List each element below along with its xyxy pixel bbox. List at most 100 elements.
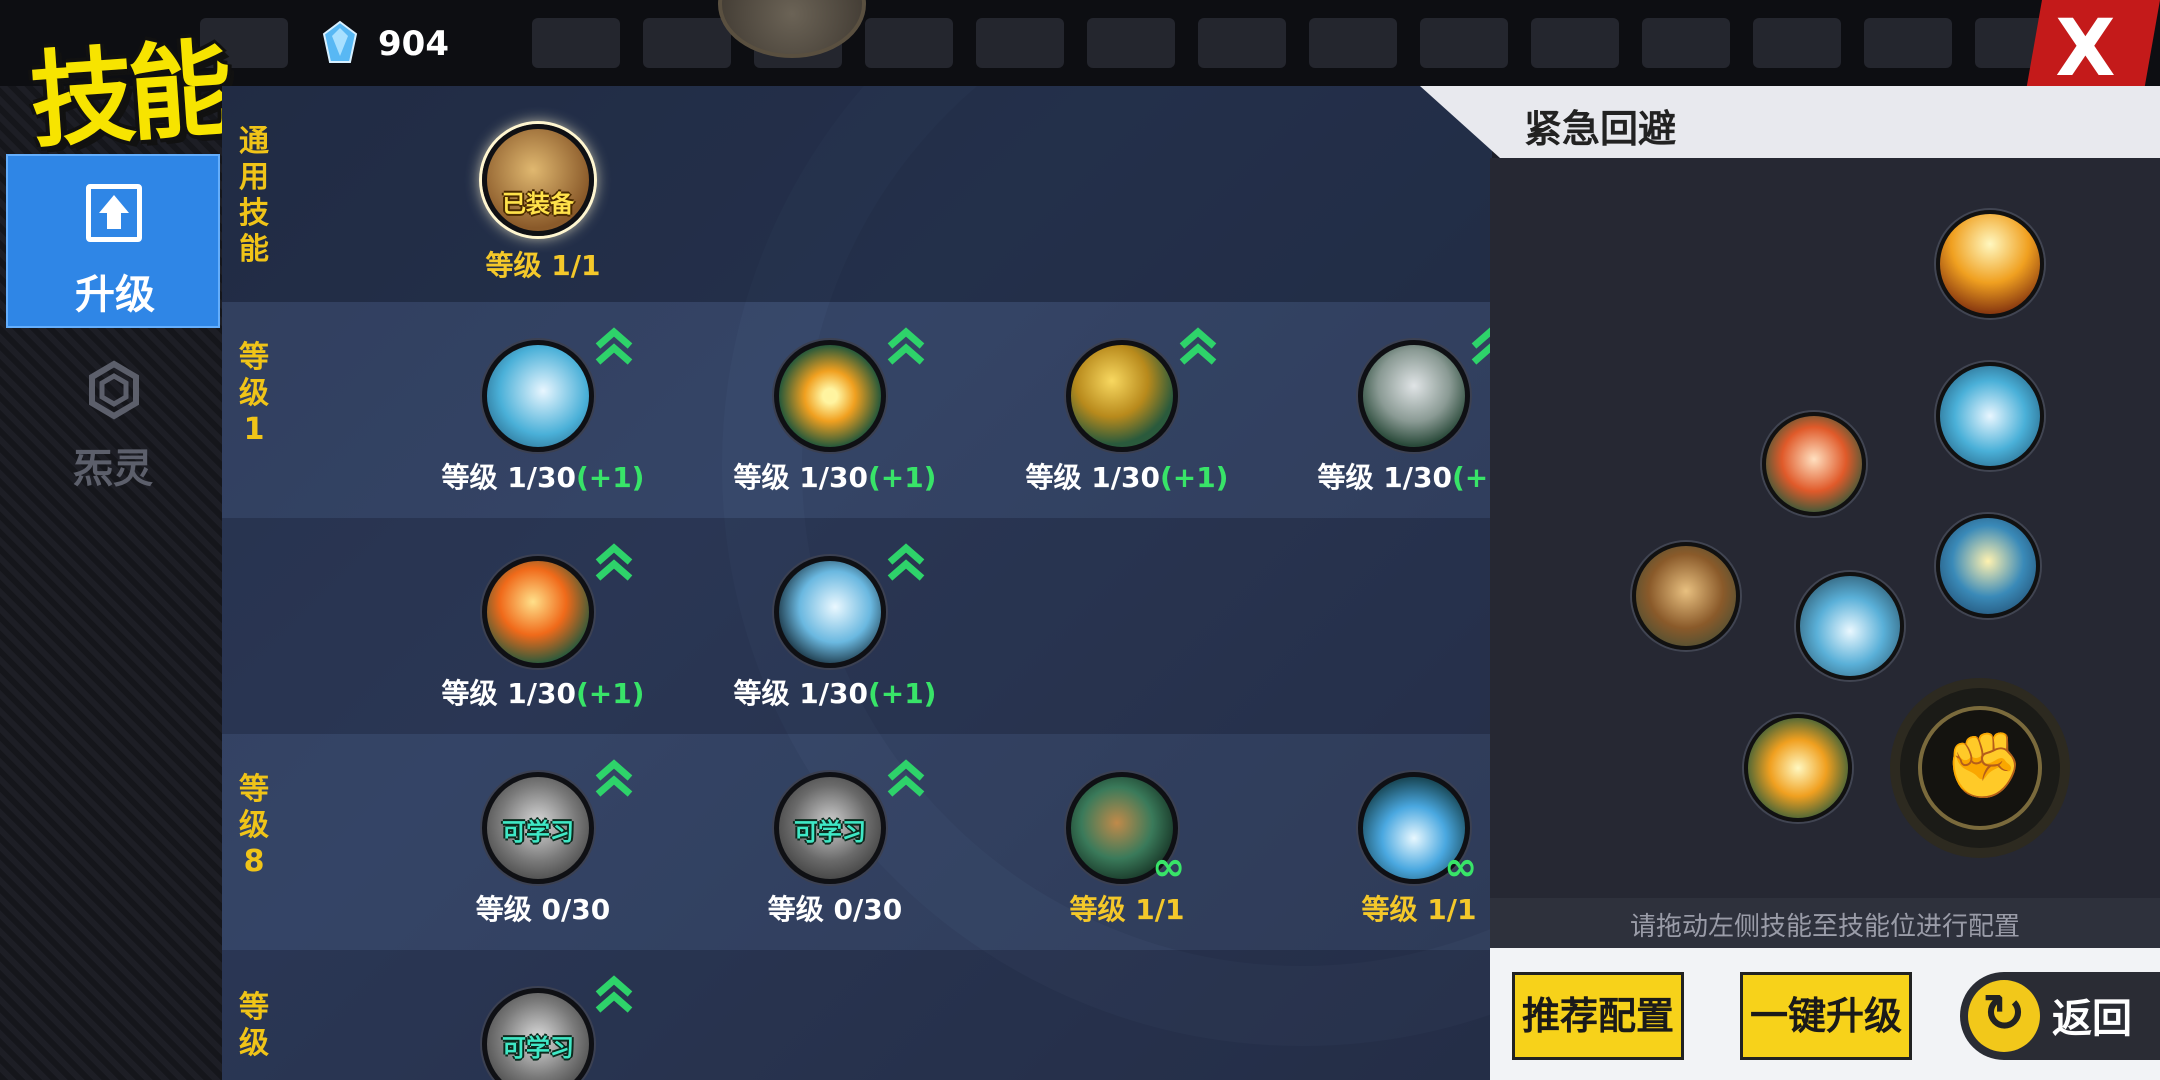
- hint-bar: 请拖动左侧技能至技能位进行配置: [1490, 898, 2160, 948]
- upgrade-available-icon: [887, 543, 925, 581]
- upgrade-available-icon: [1179, 327, 1217, 365]
- skill-config-panel: ✊: [1490, 158, 2160, 948]
- top-slot: [865, 18, 953, 68]
- infinity-icon: ∞: [1152, 844, 1186, 890]
- gem-icon: [322, 20, 358, 63]
- main-attack-slot[interactable]: ✊: [1890, 678, 2070, 858]
- top-slot: [643, 18, 731, 68]
- row-label-tier8: 等级8: [239, 772, 269, 879]
- hint-text: 请拖动左侧技能至技能位进行配置: [1629, 912, 2020, 942]
- skill-list-panel[interactable]: 通用技能 已装备 等级 1/1 等级1 等级 1/30(+1) 等级 1/30(…: [222, 86, 1492, 1080]
- selected-skill-title: 紧急回避: [1524, 107, 1677, 151]
- skill-level: 等级 0/30: [475, 893, 611, 926]
- skill-row-tier8: 等级8 可学习 等级 0/30 可学习 等级 0/30 ∞ 等级 1/1 ∞ 等…: [222, 734, 1492, 950]
- skill-next-1[interactable]: 可学习: [398, 975, 688, 1080]
- action-bar: 推荐配置 一键升级 ↻ 返回: [1490, 948, 2160, 1080]
- skill-row-tier1-continued: 等级 1/30(+1) 等级 1/30(+1): [222, 518, 1492, 734]
- skill-level-bonus: (+1): [575, 677, 645, 710]
- skill-icon: [774, 556, 886, 668]
- learnable-badge: 可学习: [502, 818, 574, 846]
- skill-level: 等级 1/1: [1069, 893, 1185, 926]
- skill-level: 等级 1/30: [1317, 461, 1452, 494]
- skill-general-dodge[interactable]: 已装备 等级 1/1: [398, 124, 688, 284]
- close-icon[interactable]: X: [2055, 4, 2115, 94]
- top-slot: [1420, 18, 1508, 68]
- learnable-badge: 可学习: [502, 1034, 574, 1062]
- skill-level: 等级 1/1: [1361, 893, 1477, 926]
- page-title: 技能: [26, 27, 231, 163]
- skill-icon: [1358, 340, 1470, 452]
- top-slot: [1309, 18, 1397, 68]
- skill-tier1-6[interactable]: 等级 1/30(+1): [690, 543, 980, 716]
- tab-spirit-label: 炁灵: [73, 446, 153, 492]
- skill-slot[interactable]: [1936, 514, 2040, 618]
- skill-tier1-5[interactable]: 等级 1/30(+1): [398, 543, 688, 716]
- skill-level: 等级 1/30: [733, 677, 868, 710]
- skill-slot[interactable]: [1762, 412, 1866, 516]
- skill-level: 等级 1/30: [733, 461, 868, 494]
- skill-row-general: 通用技能 已装备 等级 1/1: [222, 86, 1492, 302]
- back-button[interactable]: ↻ 返回: [1960, 972, 2160, 1060]
- upgrade-available-icon: [1471, 327, 1492, 365]
- learnable-badge: 可学习: [794, 818, 866, 846]
- top-slot: [1753, 18, 1841, 68]
- skill-level-bonus: (+1): [867, 677, 937, 710]
- skill-level-bonus: (+1): [867, 461, 937, 494]
- skill-tier8-2[interactable]: 可学习 等级 0/30: [690, 759, 980, 932]
- infinity-icon: ∞: [1444, 844, 1478, 890]
- skill-level-bonus: (+1): [1159, 461, 1229, 494]
- skill-slot[interactable]: [1796, 572, 1904, 680]
- upgrade-available-icon: [595, 543, 633, 581]
- skill-icon: [482, 340, 594, 452]
- skill-slot[interactable]: [1632, 542, 1740, 650]
- upgrade-available-icon: [887, 327, 925, 365]
- fist-icon: ✊: [1918, 706, 2042, 830]
- skill-icon: [774, 340, 886, 452]
- skill-level-bonus: (+1): [1451, 461, 1492, 494]
- skill-level: 等级 1/30: [441, 461, 576, 494]
- skill-tier1-3[interactable]: 等级 1/30(+1): [982, 327, 1272, 500]
- equipped-badge: 已装备: [502, 190, 574, 218]
- top-slot: [1864, 18, 1952, 68]
- skill-row-tier1: 等级1 等级 1/30(+1) 等级 1/30(+1) 等级 1/30(+1) …: [222, 302, 1492, 518]
- top-slot: [1198, 18, 1286, 68]
- top-slot: [1642, 18, 1730, 68]
- top-slot: [976, 18, 1064, 68]
- skill-level: 等级 1/1: [485, 249, 601, 282]
- refresh-arrow-icon: ↻: [1968, 980, 2040, 1052]
- skill-icon: [482, 124, 594, 236]
- skill-slot[interactable]: [1744, 714, 1852, 822]
- skill-slot[interactable]: [1936, 210, 2044, 318]
- selected-skill-header: 紧急回避: [1420, 86, 2160, 158]
- upgrade-available-icon: [595, 759, 633, 797]
- back-button-label: 返回: [2052, 996, 2132, 1042]
- skill-tier1-2[interactable]: 等级 1/30(+1): [690, 327, 980, 500]
- tab-upgrade-label: 升级: [75, 272, 155, 318]
- skill-level: 等级 1/30: [441, 677, 576, 710]
- row-label-general: 通用技能: [239, 124, 269, 267]
- skill-icon: [482, 556, 594, 668]
- top-slot: [1087, 18, 1175, 68]
- upgrade-available-icon: [595, 975, 633, 1013]
- recommend-config-button[interactable]: 推荐配置: [1512, 972, 1684, 1060]
- skill-icon: [1066, 340, 1178, 452]
- skill-tier1-4[interactable]: 等级 1/30(+1): [1274, 327, 1492, 500]
- skill-tier1-1[interactable]: 等级 1/30(+1): [398, 327, 688, 500]
- hexagon-ring-icon: [89, 360, 139, 420]
- skill-level: 等级 1/30: [1025, 461, 1160, 494]
- skill-tier8-4[interactable]: ∞ 等级 1/1: [1274, 772, 1492, 932]
- tab-spirit[interactable]: 炁灵: [6, 350, 220, 500]
- skill-slot[interactable]: [1936, 362, 2044, 470]
- upgrade-all-button[interactable]: 一键升级: [1740, 972, 1912, 1060]
- skill-row-next-tier: 等级 可学习: [222, 950, 1492, 1080]
- row-label-tier1: 等级1: [239, 340, 269, 447]
- upgrade-available-icon: [595, 327, 633, 365]
- skill-tier8-1[interactable]: 可学习 等级 0/30: [398, 759, 688, 932]
- tab-upgrade[interactable]: 升级: [6, 154, 220, 328]
- upgrade-available-icon: [887, 759, 925, 797]
- close-button[interactable]: X: [2025, 0, 2160, 96]
- skill-tier8-3[interactable]: ∞ 等级 1/1: [982, 772, 1272, 932]
- row-label-next-tier: 等级: [239, 990, 269, 1061]
- top-slot: [1531, 18, 1619, 68]
- upgrade-arrow-icon: [86, 184, 142, 242]
